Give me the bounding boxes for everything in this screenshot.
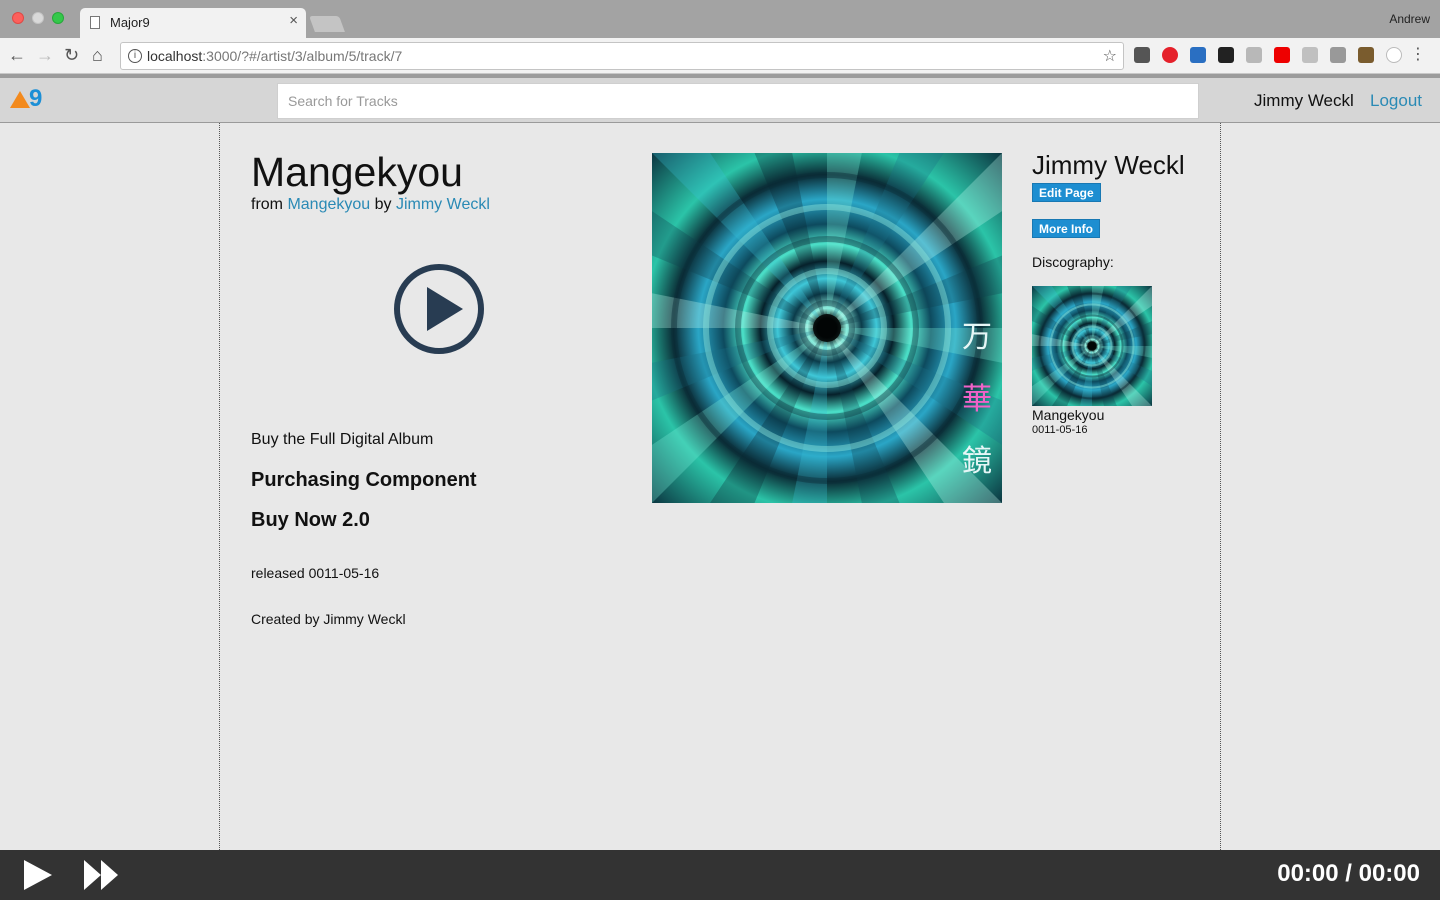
purchasing-component[interactable]: Purchasing Component xyxy=(251,469,477,492)
cover-kanji-text: 万 華 鏡 xyxy=(962,307,992,493)
off-extension-icon[interactable] xyxy=(1358,47,1374,63)
created-by: Created by Jimmy Weckl xyxy=(251,611,406,627)
profile-name[interactable]: Andrew xyxy=(1389,12,1430,26)
pocket-extension-icon[interactable] xyxy=(1134,47,1150,63)
search-input[interactable] xyxy=(277,83,1199,119)
home-icon[interactable]: ⌂ xyxy=(92,44,103,66)
player-play-icon[interactable] xyxy=(24,860,52,890)
discography-album-title[interactable]: Mangekyou xyxy=(1032,407,1104,423)
edit-page-button[interactable]: Edit Page xyxy=(1032,183,1101,202)
youtube-extension-icon[interactable] xyxy=(1274,47,1290,63)
logo-text: 9 xyxy=(29,85,43,112)
site-info-icon[interactable]: i xyxy=(128,49,142,63)
ff-arrow-1 xyxy=(84,860,101,890)
window-maximize-button[interactable] xyxy=(52,12,64,24)
play-triangle-icon xyxy=(427,287,463,331)
from-label: from xyxy=(251,196,288,213)
kaleidoscope-center xyxy=(813,314,841,342)
translate-extension-icon[interactable] xyxy=(1190,47,1206,63)
player-time: 00:00 / 00:00 xyxy=(1277,860,1420,887)
by-label: by xyxy=(370,196,396,213)
window-minimize-button[interactable] xyxy=(32,12,44,24)
ff-arrow-2 xyxy=(101,860,118,890)
opera-extension-icon[interactable] xyxy=(1162,47,1178,63)
page-icon xyxy=(90,16,100,29)
more-info-button[interactable]: More Info xyxy=(1032,219,1100,238)
reload-icon[interactable]: ↻ xyxy=(64,44,79,66)
url-path: :3000/?#/artist/3/album/5/track/7 xyxy=(202,48,403,64)
album-cover-image: 万 華 鏡 xyxy=(652,153,1002,503)
bookmark-star-icon[interactable]: ☆ xyxy=(1103,46,1117,66)
album-link[interactable]: Mangekyou xyxy=(287,196,370,213)
incognito-extension-icon[interactable] xyxy=(1218,47,1234,63)
player-fast-forward-icon[interactable] xyxy=(84,860,118,890)
track-title: Mangekyou xyxy=(251,149,463,195)
logo-triangle-icon xyxy=(10,91,30,108)
url-text[interactable]: localhost:3000/?#/artist/3/album/5/track… xyxy=(147,48,402,64)
release-date: released 0011-05-16 xyxy=(251,565,380,581)
notes-extension-icon[interactable] xyxy=(1246,47,1262,63)
artist-name: Jimmy Weckl xyxy=(1032,150,1185,180)
buy-full-album-text: Buy the Full Digital Album xyxy=(251,431,434,448)
tab-title: Major9 xyxy=(110,15,150,30)
track-subtitle: from Mangekyou by Jimmy Weckl xyxy=(251,196,490,214)
browser-tab[interactable]: Major9 × xyxy=(80,8,306,38)
thumbnail-art xyxy=(1032,286,1152,406)
drive-extension-icon[interactable] xyxy=(1302,47,1318,63)
buy-now-button[interactable]: Buy Now 2.0 xyxy=(251,509,370,532)
address-bar[interactable]: i localhost:3000/?#/artist/3/album/5/tra… xyxy=(120,42,1124,70)
tab-close-icon[interactable]: × xyxy=(289,12,298,29)
play-track-button[interactable] xyxy=(393,263,485,355)
discography-label: Discography: xyxy=(1032,254,1114,270)
forward-icon[interactable]: → xyxy=(36,44,54,66)
logout-link[interactable]: Logout xyxy=(1370,91,1422,111)
artist-link[interactable]: Jimmy Weckl xyxy=(396,196,490,213)
track-page: Mangekyou from Mangekyou by Jimmy Weckl … xyxy=(219,123,1221,850)
back-icon[interactable]: ← xyxy=(8,44,26,66)
browser-tab-bar: Major9 × Andrew xyxy=(0,0,1440,38)
cover-kanji-1: 万 xyxy=(962,320,992,355)
cover-kanji-2: 華 xyxy=(962,382,992,417)
browser-menu-icon[interactable]: ⋮ xyxy=(1410,46,1426,64)
status-extension-icon[interactable] xyxy=(1386,47,1402,63)
audio-player-bar: 00:00 / 00:00 xyxy=(0,850,1440,900)
kaleidoscope-art xyxy=(652,153,1002,503)
app-header: 9 Jimmy Weckl Logout xyxy=(0,78,1440,123)
url-host: localhost xyxy=(147,48,203,64)
new-tab-button[interactable] xyxy=(309,16,345,32)
browser-toolbar: ← → ↻ ⌂ i localhost:3000/?#/artist/3/alb… xyxy=(0,38,1440,74)
window-close-button[interactable] xyxy=(12,12,24,24)
discography-album-thumbnail[interactable] xyxy=(1032,286,1152,406)
puzzle-extension-icon[interactable] xyxy=(1330,47,1346,63)
header-user-name[interactable]: Jimmy Weckl xyxy=(1254,91,1354,111)
kaleidoscope-center xyxy=(1087,341,1097,351)
cover-kanji-3: 鏡 xyxy=(962,444,992,479)
discography-album-date: 0011-05-16 xyxy=(1032,424,1088,436)
